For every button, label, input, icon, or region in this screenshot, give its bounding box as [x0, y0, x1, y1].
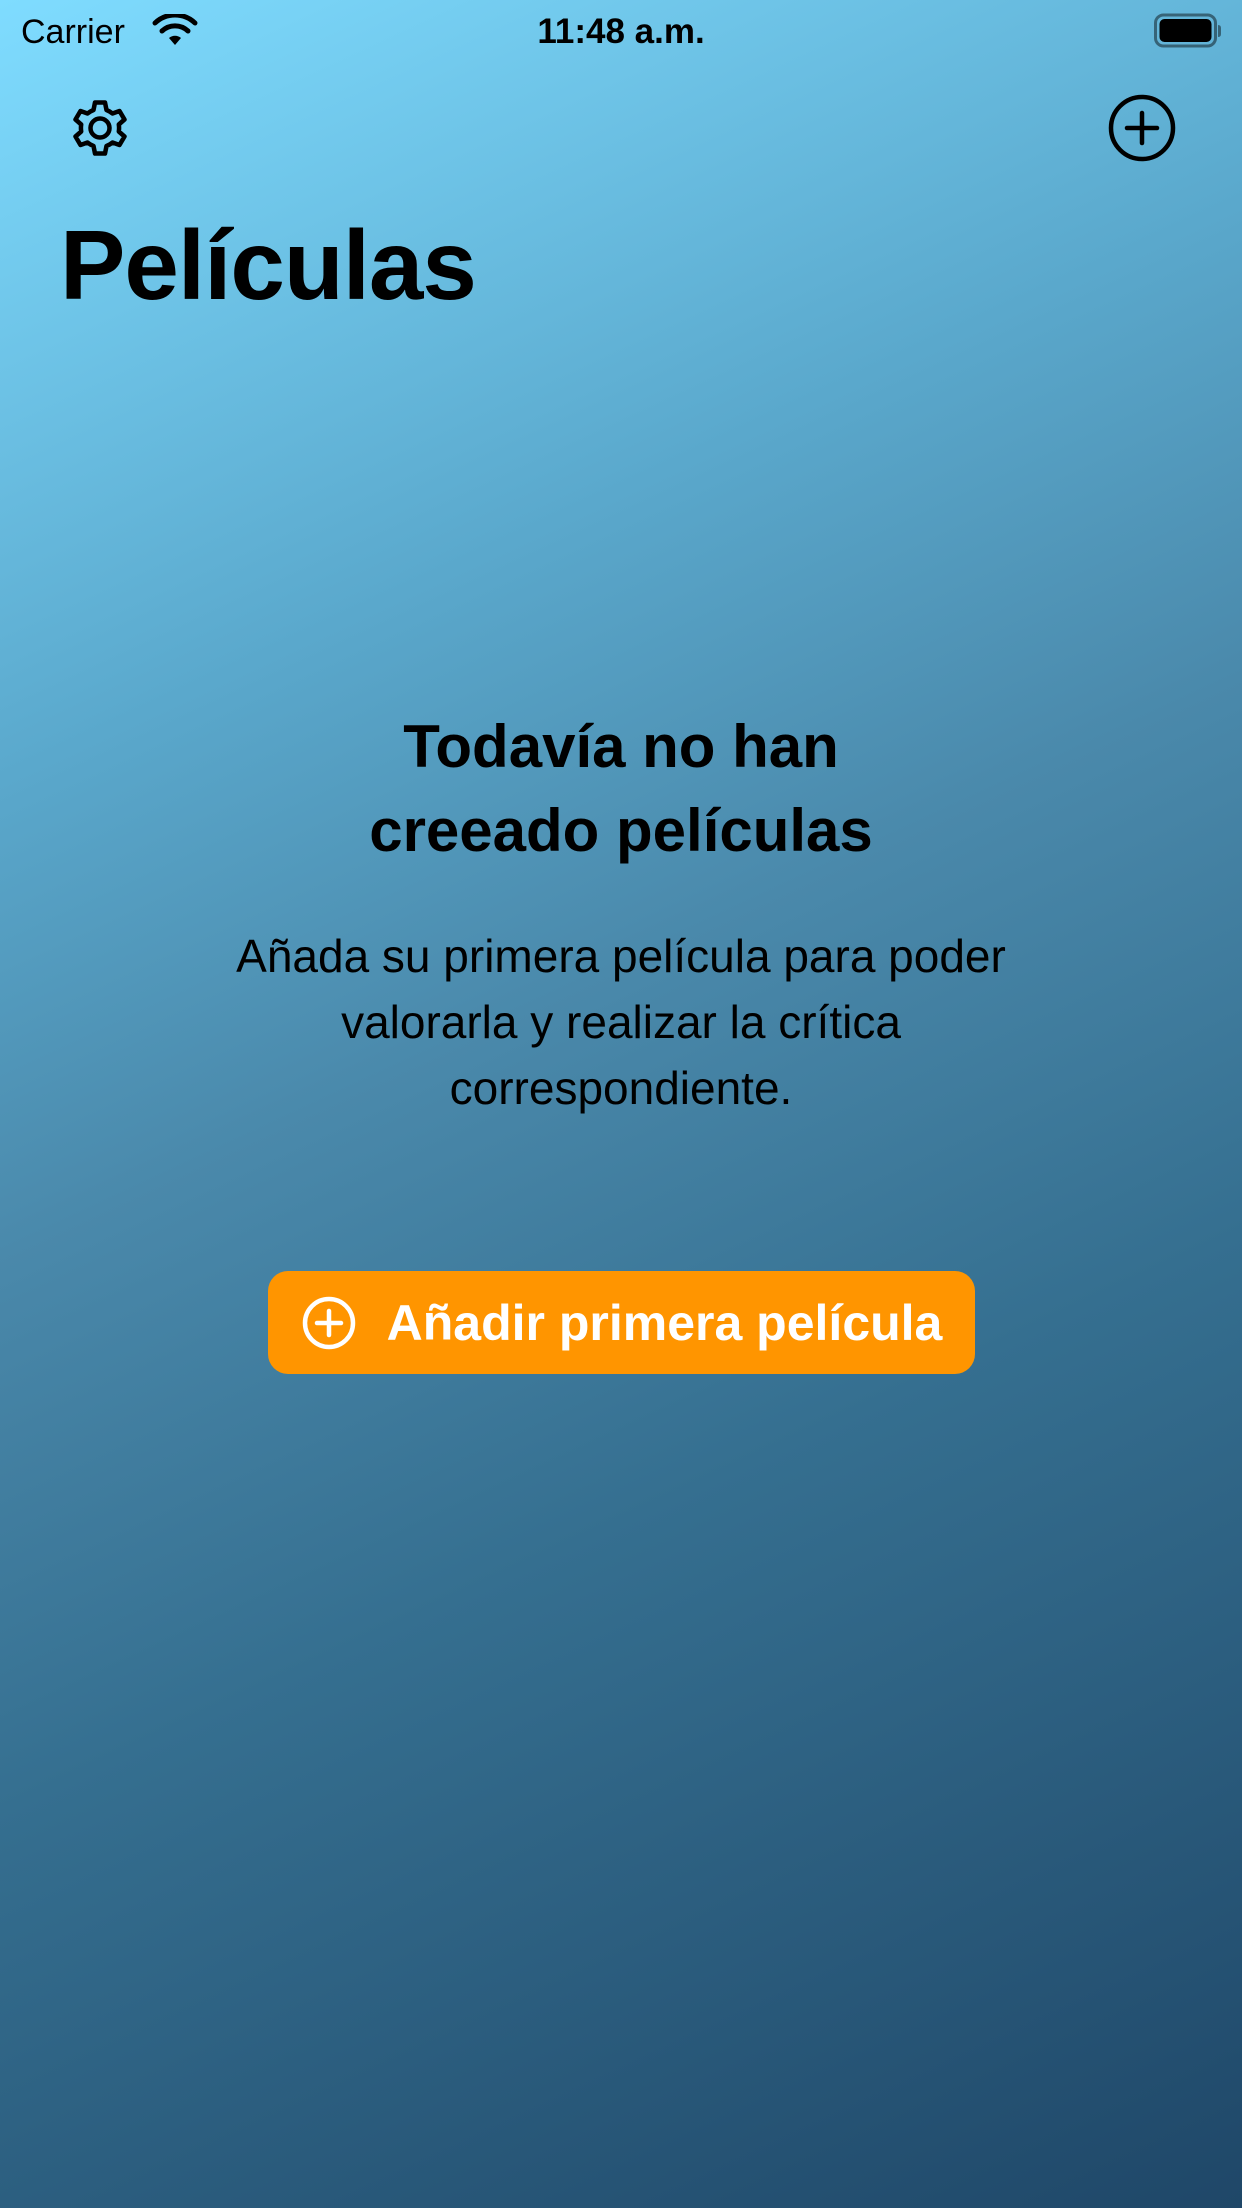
plus-circle-icon	[301, 1295, 357, 1351]
empty-state-description: Añada su primera película para poder val…	[236, 930, 1006, 1114]
empty-state: Todavía no han creeado películas Añada s…	[0, 705, 1242, 1121]
page-title: Películas	[60, 210, 477, 320]
empty-state-title: Todavía no han creeado películas	[369, 713, 873, 864]
status-bar: Carrier 11:48 a.m.	[0, 0, 1242, 64]
plus-circle-icon	[1108, 94, 1176, 162]
add-first-movie-label: Añadir primera película	[386, 1294, 943, 1351]
gear-icon	[73, 100, 127, 156]
add-first-movie-button[interactable]: Añadir primera película	[268, 1271, 975, 1374]
settings-button[interactable]	[62, 90, 138, 166]
battery-icon	[1154, 13, 1221, 48]
status-time: 11:48 a.m.	[537, 12, 705, 51]
add-movie-nav-button[interactable]	[1104, 90, 1180, 166]
